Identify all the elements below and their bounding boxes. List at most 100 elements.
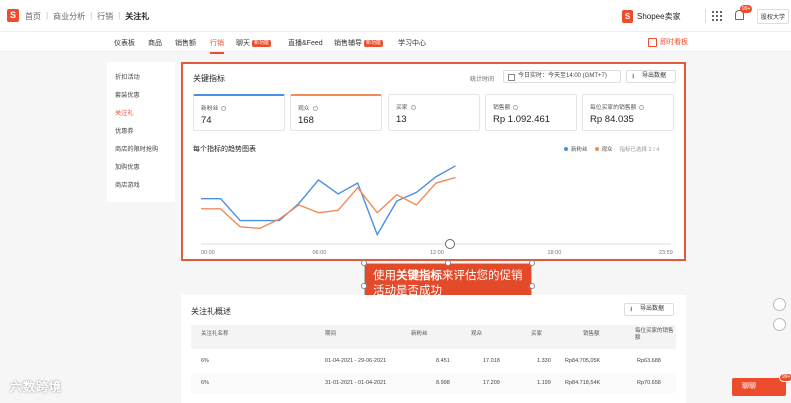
shopee-logo-icon[interactable]: S bbox=[7, 9, 19, 22]
resize-handle[interactable] bbox=[361, 283, 367, 289]
overview-panel: 关注礼概述 导出数据 关注礼名称 期间 新粉丝 观众 买家 销售额 每位买家的销… bbox=[181, 295, 686, 403]
watermark: 六数跨境 bbox=[10, 380, 63, 394]
metric-card-visitors[interactable]: 观众 168 bbox=[290, 94, 382, 131]
metric-value: Rp 1.092.461 bbox=[493, 114, 551, 125]
cell-buyers: 1.330 bbox=[537, 358, 551, 364]
col-name[interactable]: 关注礼名称 bbox=[201, 331, 229, 338]
tab-chat[interactable]: 聊天 新功能 bbox=[236, 38, 272, 48]
metric-label: 新粉丝 bbox=[201, 103, 227, 112]
sidebar-item-shop-game[interactable]: 商店游戏 bbox=[115, 180, 140, 189]
resize-handle[interactable] bbox=[361, 260, 367, 266]
metric-label: 每位买家的销售额 bbox=[590, 102, 645, 111]
legend-item-visitors[interactable]: 观众 bbox=[594, 145, 613, 153]
sidebar-item-bundle[interactable]: 套装优惠 bbox=[115, 90, 140, 99]
panel-title: 关键指标 bbox=[193, 74, 225, 83]
legend-item-new-followers[interactable]: 新粉丝 bbox=[564, 145, 588, 153]
message-icon[interactable] bbox=[773, 298, 786, 311]
sidebar-item-discount[interactable]: 折扣活动 bbox=[115, 72, 140, 81]
help-icon bbox=[513, 105, 519, 110]
top-header: S 首页 | 商业分析 | 行销 | 关注礼 S Shopee卖家 99+ 股权… bbox=[0, 0, 791, 32]
sidebar-item-follow-prize[interactable]: 关注礼 bbox=[115, 108, 134, 117]
metric-card-buyers[interactable]: 买家 13 bbox=[388, 94, 480, 131]
table-row[interactable]: 6% 31-01-2021 - 01-04-2021 8.998 17.209 … bbox=[191, 373, 676, 393]
user-account-button[interactable]: 股权大学 bbox=[757, 9, 790, 24]
tab-livestream-feed[interactable]: 直播&Feed bbox=[288, 38, 323, 48]
tab-marketing[interactable]: 行销 bbox=[210, 38, 224, 54]
date-range-picker[interactable]: 今日实时：今天至14:00 (GMT+7) bbox=[503, 70, 621, 83]
series-line-visitors bbox=[201, 176, 456, 230]
chat-badge: 99+ bbox=[779, 373, 791, 382]
breadcrumb-separator: | bbox=[118, 11, 121, 20]
cell-sales-per-buyer: Rp70.658 bbox=[637, 380, 661, 386]
resize-handle[interactable] bbox=[445, 260, 451, 266]
col-visitors[interactable]: 观众 bbox=[471, 331, 482, 338]
cell-sales-per-buyer: Rp63.688 bbox=[637, 358, 661, 364]
breadcrumb-separator: | bbox=[46, 11, 49, 20]
chat-label: 聊聊 bbox=[742, 383, 756, 390]
resize-handle[interactable] bbox=[529, 283, 535, 289]
breadcrumb-business-analysis[interactable]: 商业分析 bbox=[53, 11, 85, 22]
apps-grid-icon[interactable] bbox=[712, 11, 722, 21]
chart-legend: 新粉丝 观众 指标已选择 2 / 4 bbox=[564, 145, 659, 153]
x-tick-label: 18:00 bbox=[548, 250, 562, 256]
marketing-sidebar: 折扣活动 套装优惠 关注礼 优惠券 商店的限时抢购 加购优惠 商店游戏 bbox=[107, 62, 175, 202]
col-sales-per-buyer[interactable]: 每位买家的销售额 bbox=[635, 328, 675, 342]
tab-sales-coaching[interactable]: 销售辅导 新功能 bbox=[334, 38, 384, 48]
support-icon[interactable] bbox=[773, 318, 786, 331]
breadcrumb-separator: | bbox=[90, 11, 93, 20]
breadcrumb-current: 关注礼 bbox=[125, 12, 150, 21]
breadcrumb: 首页 | 商业分析 | 行销 | 关注礼 bbox=[25, 11, 149, 22]
series-line-new-followers bbox=[201, 165, 456, 237]
cell-name: 6% bbox=[201, 358, 209, 364]
metric-value: 74 bbox=[201, 115, 212, 126]
cell-new-followers: 8.451 bbox=[436, 358, 450, 364]
sidebar-item-add-on-deal[interactable]: 加购优惠 bbox=[115, 162, 140, 171]
metrics-selected-count: 指标已选择 2 / 4 bbox=[619, 147, 660, 153]
brand-label: Shopee卖家 bbox=[637, 11, 681, 21]
sidebar-item-flash-sale[interactable]: 商店的限时抢购 bbox=[115, 144, 158, 153]
col-sales[interactable]: 销售额 bbox=[583, 331, 600, 338]
cell-new-followers: 8.998 bbox=[436, 380, 450, 386]
metric-value: 13 bbox=[396, 114, 407, 125]
main-nav: 仪表板 商品 销售额 行销 聊天 新功能 直播&Feed 销售辅导 新功能 学习中心… bbox=[0, 32, 791, 54]
cell-visitors: 17.209 bbox=[483, 380, 500, 386]
metric-card-sales-per-buyer[interactable]: 每位买家的销售额 Rp 84.035 bbox=[582, 94, 674, 131]
cell-buyers: 1.199 bbox=[537, 380, 551, 386]
export-data-button[interactable]: 导出数据 bbox=[626, 70, 676, 83]
breadcrumb-home[interactable]: 首页 bbox=[25, 11, 41, 22]
rotate-handle-icon[interactable] bbox=[445, 239, 455, 249]
cell-name: 6% bbox=[201, 380, 209, 386]
tab-learning-center[interactable]: 学习中心 bbox=[398, 38, 426, 48]
new-feature-badge: 新功能 bbox=[364, 40, 384, 47]
col-period[interactable]: 期间 bbox=[325, 331, 336, 338]
col-buyers[interactable]: 买家 bbox=[531, 331, 542, 338]
col-new-followers[interactable]: 新粉丝 bbox=[411, 331, 428, 338]
tab-sales[interactable]: 销售额 bbox=[175, 38, 196, 48]
chart-title: 每个指标的趋势图表 bbox=[193, 146, 256, 153]
realtime-dashboard-link[interactable]: 即时看板 bbox=[648, 37, 688, 47]
seller-brand[interactable]: S Shopee卖家 bbox=[622, 9, 706, 23]
metric-card-new-followers[interactable]: 新粉丝 74 bbox=[193, 94, 285, 131]
resize-handle[interactable] bbox=[529, 260, 535, 266]
chat-button[interactable]: 聊聊 bbox=[732, 378, 786, 396]
metric-card-sales[interactable]: 销售额 Rp 1.092.461 bbox=[485, 94, 577, 131]
tab-dashboard[interactable]: 仪表板 bbox=[114, 38, 135, 48]
help-icon bbox=[410, 105, 416, 110]
overview-title: 关注礼概述 bbox=[191, 307, 231, 316]
trend-line-chart: 00:00 06:00 12:00 18:00 23:59 bbox=[201, 165, 673, 256]
stat-time-label: 统计时间 bbox=[470, 77, 495, 83]
cell-sales: Rp84.718,54K bbox=[565, 380, 601, 386]
cell-sales: Rp84.705,05K bbox=[565, 358, 601, 364]
tab-products[interactable]: 商品 bbox=[148, 38, 162, 48]
table-header: 关注礼名称 期间 新粉丝 观众 买家 销售额 每位买家的销售额 bbox=[191, 325, 676, 349]
monitor-icon bbox=[648, 37, 657, 47]
x-tick-label: 00:00 bbox=[201, 250, 215, 256]
export-data-button[interactable]: 导出数据 bbox=[624, 303, 674, 316]
sidebar-item-voucher[interactable]: 优惠券 bbox=[115, 126, 134, 135]
key-metrics-panel: 关键指标 统计时间 今日实时：今天至14:00 (GMT+7) 导出数据 新粉丝… bbox=[181, 62, 686, 261]
help-icon bbox=[221, 106, 227, 111]
x-tick-label: 06:00 bbox=[313, 250, 327, 256]
metric-label: 买家 bbox=[396, 102, 416, 111]
breadcrumb-marketing[interactable]: 行销 bbox=[97, 11, 113, 22]
help-icon bbox=[312, 106, 318, 111]
